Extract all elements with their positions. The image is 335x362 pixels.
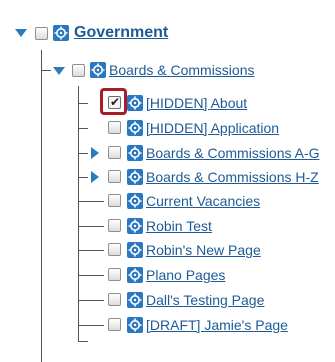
select-checkbox[interactable]	[108, 293, 121, 306]
select-checkbox[interactable]	[35, 27, 48, 40]
expand-arrow-icon[interactable]	[91, 171, 99, 183]
tree-branch	[78, 128, 88, 129]
tree-branch	[78, 201, 104, 202]
tree-node-label[interactable]: Dall's Testing Page	[146, 292, 264, 308]
page-icon	[127, 267, 143, 283]
tree-branch	[78, 226, 104, 227]
tree-branch	[78, 341, 88, 342]
page-icon	[127, 242, 143, 258]
expand-arrow-icon[interactable]	[53, 67, 65, 75]
tree-node-label[interactable]: [HIDDEN] Application	[146, 120, 279, 136]
tree-line-level1	[41, 70, 51, 71]
page-icon	[127, 169, 143, 185]
tree-branch	[78, 103, 88, 104]
tree-node-label-boards-commissions[interactable]: Boards & Commissions	[109, 62, 255, 78]
expand-arrow-icon[interactable]	[91, 147, 99, 159]
tree-node-label[interactable]: [HIDDEN] About	[146, 95, 247, 111]
select-checkbox[interactable]	[108, 318, 121, 331]
expand-arrow-icon[interactable]	[15, 29, 27, 37]
tree-branch	[78, 275, 104, 276]
tree-node-label[interactable]: Boards & Commissions A-G	[146, 145, 320, 161]
select-checkbox[interactable]	[108, 146, 121, 159]
page-icon	[127, 218, 143, 234]
page-icon	[127, 317, 143, 333]
tree-node-label[interactable]: Boards & Commissions H-Z	[146, 169, 319, 185]
select-checkbox[interactable]	[108, 170, 121, 183]
select-checkbox[interactable]	[108, 219, 121, 232]
page-icon	[127, 292, 143, 308]
tree-node-label[interactable]: Plano Pages	[146, 267, 225, 283]
page-icon	[127, 120, 143, 136]
page-icon	[53, 25, 69, 41]
tree-branch	[78, 250, 104, 251]
page-icon	[127, 145, 143, 161]
select-checkbox[interactable]	[72, 64, 85, 77]
tree-node-label[interactable]: [DRAFT] Jamie's Page	[146, 317, 288, 333]
checkmark-icon: ✔	[110, 95, 121, 109]
page-icon	[90, 62, 106, 78]
select-checkbox[interactable]	[108, 121, 121, 134]
tree-line-level1-children	[78, 86, 79, 341]
select-checkbox[interactable]	[108, 243, 121, 256]
page-icon	[127, 95, 143, 111]
select-checkbox[interactable]	[108, 268, 121, 281]
select-checkbox[interactable]	[108, 194, 121, 207]
tree-branch	[78, 325, 104, 326]
tree-node-label[interactable]: Robin Test	[146, 218, 212, 234]
tree-branch	[78, 153, 88, 154]
select-checkbox[interactable]: ✔	[108, 96, 121, 109]
tree-branch	[78, 177, 88, 178]
tree-node-label[interactable]: Robin's New Page	[146, 242, 261, 258]
tree-node-label[interactable]: Current Vacancies	[146, 193, 260, 209]
page-icon	[127, 193, 143, 209]
tree-branch	[78, 300, 104, 301]
tree-node-label-government[interactable]: Government	[74, 24, 168, 42]
tree-line-root	[41, 50, 42, 362]
